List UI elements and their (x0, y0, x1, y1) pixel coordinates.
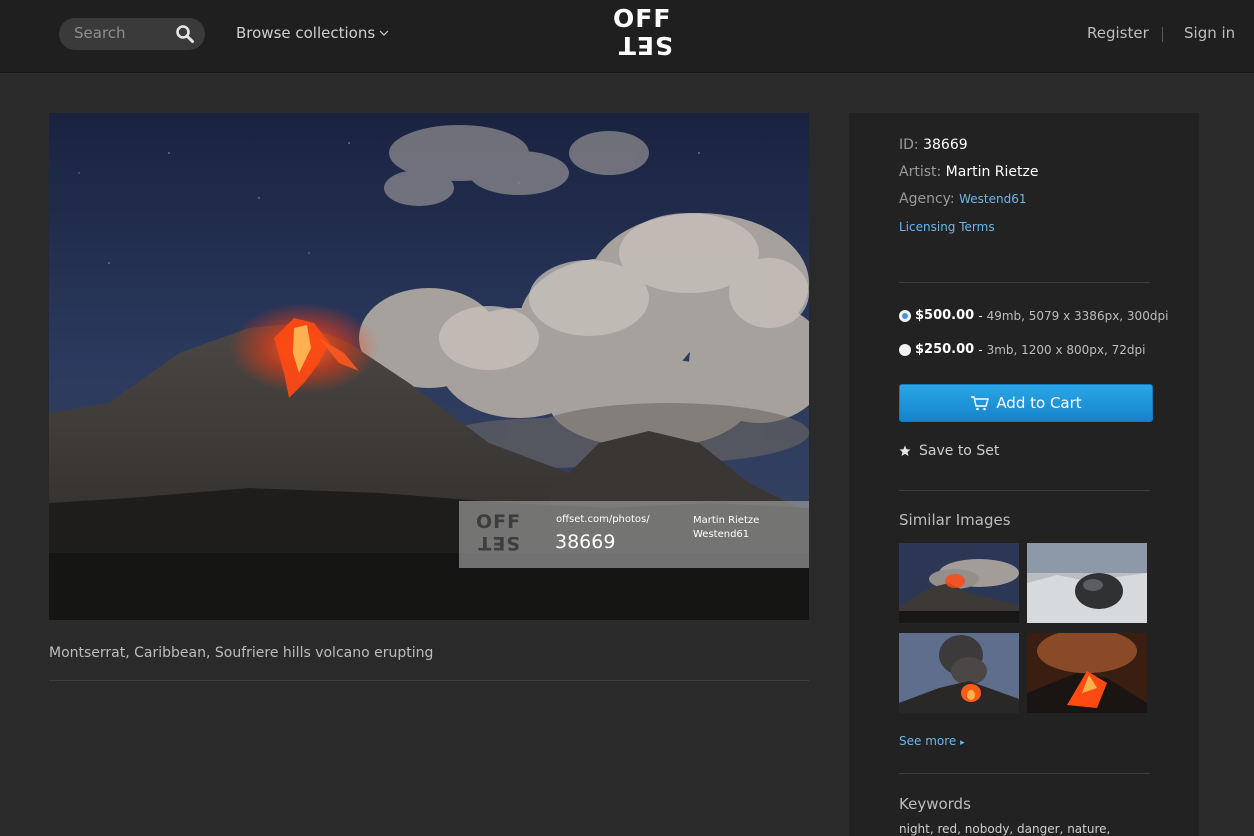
price-spec: 3mb, 1200 x 800px, 72dpi (986, 342, 1146, 357)
price-spec: 49mb, 5079 x 3386px, 300dpi (986, 308, 1169, 323)
photo-watermark: OFF SET offset.com/photos/ 38669 Martin … (459, 501, 809, 568)
radio-selected-icon[interactable] (899, 309, 911, 322)
image-id-row: ID: 38669 (899, 137, 968, 153)
see-more-label: See more (899, 734, 957, 748)
price-value: $500.00 (915, 308, 975, 323)
add-to-cart-button[interactable]: Add to Cart (899, 384, 1153, 422)
watermark-url: offset.com/photos/ (556, 514, 650, 525)
details-divider (899, 282, 1150, 283)
similar-image-thumb[interactable] (1027, 633, 1147, 713)
agency-label: Agency: (899, 191, 955, 207)
watermark-id: 38669 (555, 531, 616, 553)
watermark-artist: Martin Rietze (693, 515, 760, 526)
similar-images-title: Similar Images (899, 511, 1011, 529)
star-icon (899, 445, 911, 456)
similar-image-thumb[interactable] (1027, 543, 1147, 623)
browse-collections-label: Browse collections (236, 24, 376, 42)
add-to-cart-label: Add to Cart (996, 394, 1082, 412)
main-photo: OFF SET offset.com/photos/ 38669 Martin … (49, 113, 809, 620)
artist-row: Artist: Martin Rietze (899, 164, 1038, 180)
watermark-logo-top: OFF (476, 511, 522, 533)
agency-link[interactable]: Westend61 (959, 192, 1026, 206)
radio-unselected-icon[interactable] (899, 343, 911, 356)
price-option-large[interactable]: $500.00 - 49mb, 5079 x 3386px, 300dpi (899, 308, 1168, 323)
logo-text-bottom: SET (617, 31, 673, 60)
save-to-set-button[interactable]: Save to Set (899, 443, 999, 459)
caption-divider (49, 680, 809, 681)
similar-divider (899, 773, 1150, 774)
id-label: ID: (899, 137, 919, 153)
image-details-panel: ID: 38669 Artist: Martin Rietze Agency: … (849, 113, 1199, 836)
offset-logo[interactable]: OFF SET (613, 6, 673, 62)
search-icon[interactable] (175, 24, 195, 44)
similar-image-thumb[interactable] (899, 633, 1019, 713)
agency-row: Agency: Westend61 (899, 191, 1026, 207)
pricing-divider (899, 490, 1150, 491)
price-separator: - (978, 308, 983, 323)
keywords-title: Keywords (899, 795, 971, 813)
keywords-list[interactable]: night, red, nobody, danger, nature, (899, 822, 1110, 836)
watermark-logo-bottom: SET (477, 532, 520, 554)
price-separator: - (978, 342, 983, 357)
price-option-small[interactable]: $250.00 - 3mb, 1200 x 800px, 72dpi (899, 342, 1146, 357)
top-navigation-bar: Search Browse collections OFF SET Regist… (0, 0, 1254, 73)
id-value: 38669 (923, 137, 968, 153)
register-link[interactable]: Register (1087, 24, 1149, 42)
header-divider (1162, 27, 1163, 42)
chevron-down-icon (379, 30, 389, 36)
search-placeholder: Search (74, 24, 126, 42)
artist-label: Artist: (899, 164, 942, 180)
licensing-row: Licensing Terms (899, 219, 995, 235)
see-more-link[interactable]: See more ▸ (899, 734, 965, 748)
cart-icon (971, 396, 990, 411)
watermark-credit: Martin Rietze Westend61 (693, 514, 759, 542)
browse-collections-menu[interactable]: Browse collections (236, 24, 389, 42)
logo-text-top: OFF (613, 4, 672, 33)
save-to-set-label: Save to Set (919, 443, 1000, 459)
search-input[interactable]: Search (59, 18, 205, 50)
watermark-agency: Westend61 (693, 529, 750, 540)
similar-image-thumb[interactable] (899, 543, 1019, 623)
licensing-terms-link[interactable]: Licensing Terms (899, 220, 995, 234)
photo-caption: Montserrat, Caribbean, Soufriere hills v… (49, 645, 434, 661)
signin-link[interactable]: Sign in (1184, 24, 1235, 42)
artist-link[interactable]: Martin Rietze (946, 164, 1039, 180)
price-value: $250.00 (915, 342, 975, 357)
caret-right-icon: ▸ (960, 738, 965, 748)
